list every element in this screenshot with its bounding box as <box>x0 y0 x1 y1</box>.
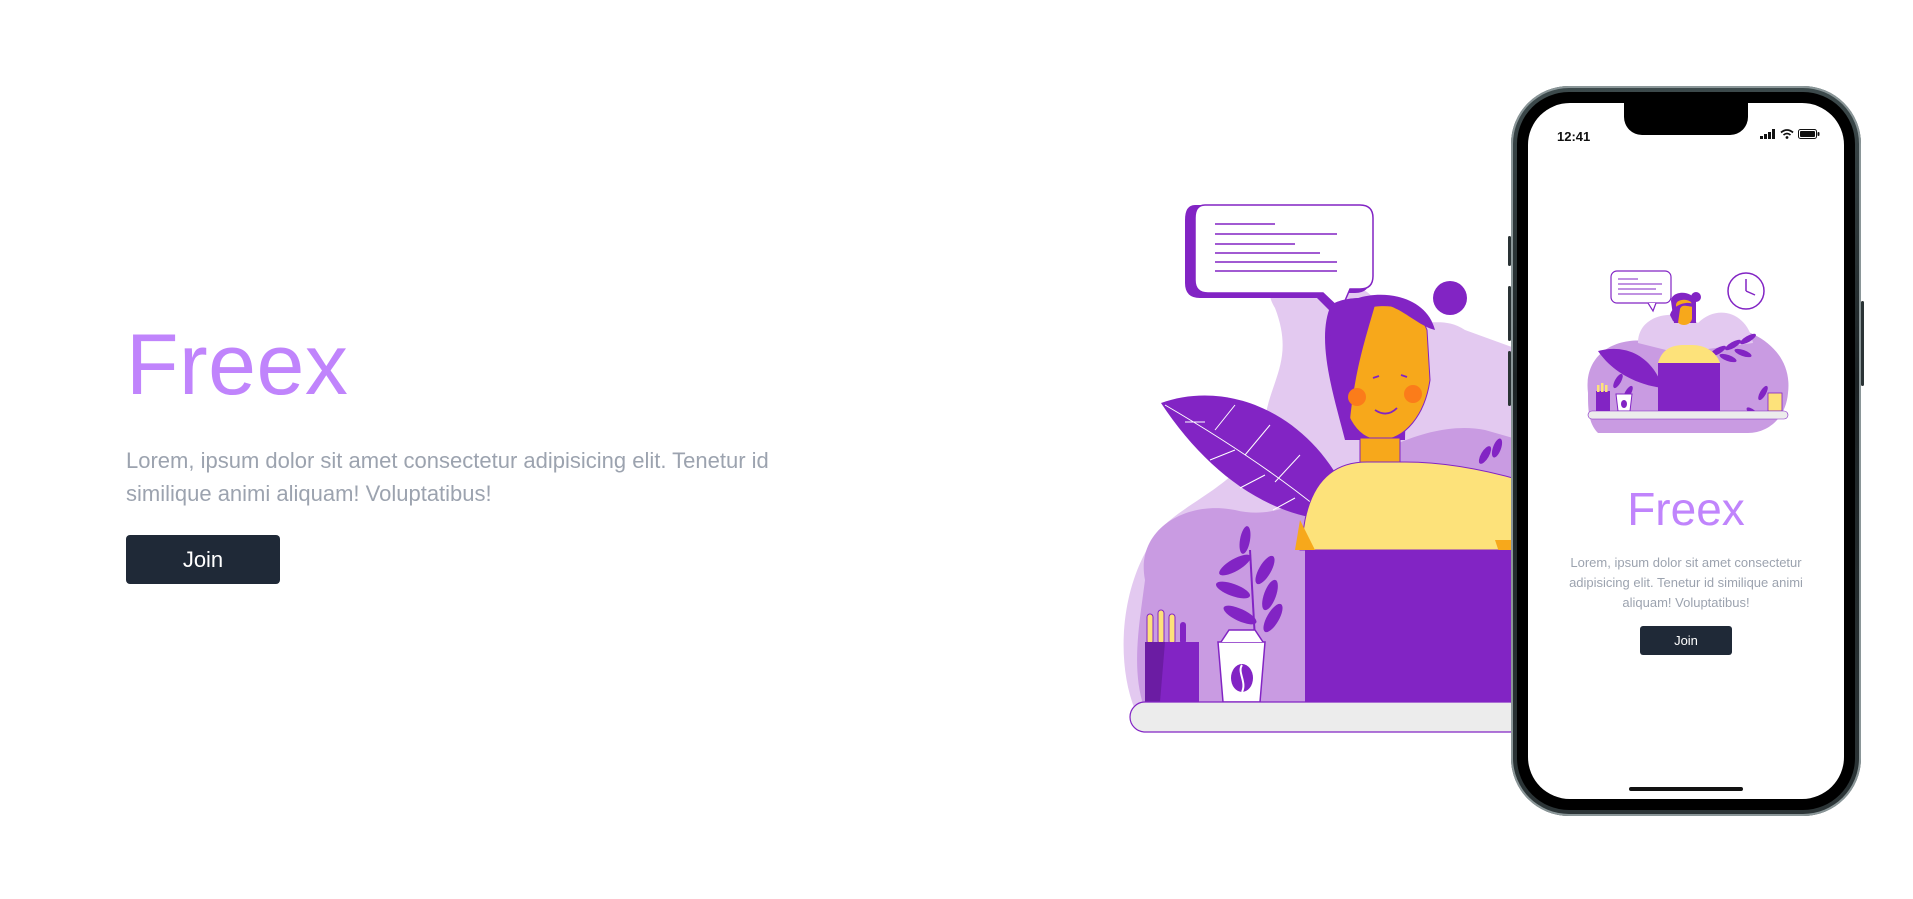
laptop <box>1305 550 1520 705</box>
coffee-cup <box>1217 629 1266 703</box>
battery-icon <box>1798 129 1820 139</box>
signal-icon <box>1760 129 1775 139</box>
hero-illustration <box>1105 200 1520 740</box>
status-time: 12:41 <box>1557 129 1591 144</box>
phone-screen: 12:41 Freex Lorem, ipsum dolor sit amet … <box>1528 103 1844 799</box>
phone-notch <box>1624 103 1748 135</box>
hero-title: Freex <box>126 317 349 413</box>
home-indicator[interactable] <box>1629 787 1743 791</box>
phone-description: Lorem, ipsum dolor sit amet consectetur … <box>1569 555 1803 610</box>
hero-section: Freex Lorem, ipsum dolor sit amet consec… <box>126 322 806 584</box>
phone-title: Freex <box>1627 483 1745 535</box>
phone-illustration <box>1587 270 1789 433</box>
phone-join-button[interactable]: Join <box>1640 626 1732 655</box>
phone-mockup: 12:41 Freex Lorem, ipsum dolor sit amet … <box>1508 86 1864 816</box>
clock-icon <box>1727 272 1765 310</box>
join-button[interactable]: Join <box>126 535 280 584</box>
woman-at-desk-illustration <box>1123 204 1520 733</box>
desk <box>1129 701 1520 733</box>
wifi-icon <box>1780 129 1794 139</box>
phone-speech-bubble <box>1610 270 1672 313</box>
hero-description: Lorem, ipsum dolor sit amet consectetur … <box>126 448 769 506</box>
phone-power-button <box>1861 301 1864 386</box>
status-icons <box>1760 129 1820 139</box>
